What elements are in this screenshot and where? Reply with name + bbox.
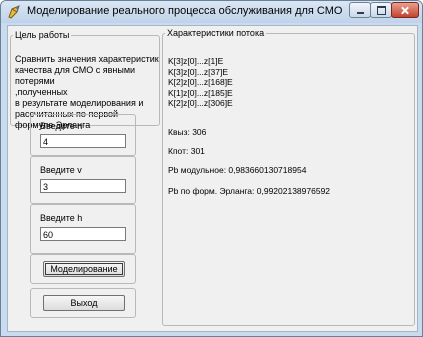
- maximize-button[interactable]: [370, 2, 392, 18]
- results-groupbox: Характеристики потока K[3]z[0]...z[1]E K…: [162, 28, 415, 326]
- window-title: Моделирование реального процесса обслужи…: [27, 5, 343, 17]
- exit-button[interactable]: Выход: [43, 295, 125, 311]
- simulate-button[interactable]: Моделирование: [43, 261, 125, 277]
- n-label: Введите n: [40, 121, 83, 131]
- kvyz-value: Квыз: 306: [168, 127, 207, 137]
- h-label: Введите h: [40, 213, 83, 223]
- goal-groupbox: Цель работы Сравнить значения характерис…: [10, 30, 160, 130]
- minimize-button[interactable]: [349, 2, 371, 18]
- result-line: K[3]z[0]...z[37]E: [168, 66, 229, 77]
- v-label: Введите v: [40, 165, 82, 175]
- title-bar[interactable]: Моделирование реального процесса обслужи…: [1, 1, 422, 23]
- simulate-panel: Моделирование: [30, 254, 136, 284]
- form-client-area: Цель работы Сравнить значения характерис…: [7, 25, 418, 332]
- h-input-panel: Введите h 60: [30, 204, 136, 254]
- kpot-value: Кпот: 301: [168, 146, 205, 156]
- close-button[interactable]: [391, 2, 419, 18]
- result-line: K[3]z[0]...z[1]E: [168, 56, 224, 66]
- v-input-panel: Введите v 3: [30, 156, 136, 204]
- n-input-panel: Введите n 4: [30, 114, 136, 156]
- result-line: K[1]z[0]...z[185]E: [168, 87, 233, 98]
- exit-panel: Выход: [30, 288, 136, 318]
- goal-legend: Цель работы: [15, 30, 70, 40]
- result-line: K[2]z[0]...z[168]E: [168, 77, 233, 87]
- h-input[interactable]: 60: [40, 227, 126, 241]
- v-input[interactable]: 3: [40, 179, 126, 193]
- pb-model-value: Pb модульное: 0,983660130718954: [168, 165, 307, 175]
- n-input[interactable]: 4: [40, 134, 126, 148]
- results-log: K[3]z[0]...z[1]E K[3]z[0]...z[37]E K[2]z…: [168, 56, 410, 109]
- app-icon: [6, 4, 22, 20]
- results-legend: Характеристики потока: [167, 28, 265, 38]
- result-line: K[2]z[0]...z[306]E: [168, 98, 233, 108]
- app-window: Моделирование реального процесса обслужи…: [0, 0, 423, 337]
- pb-erlang-value: Pb по форм. Эрланга: 0,99202138976592: [168, 186, 331, 196]
